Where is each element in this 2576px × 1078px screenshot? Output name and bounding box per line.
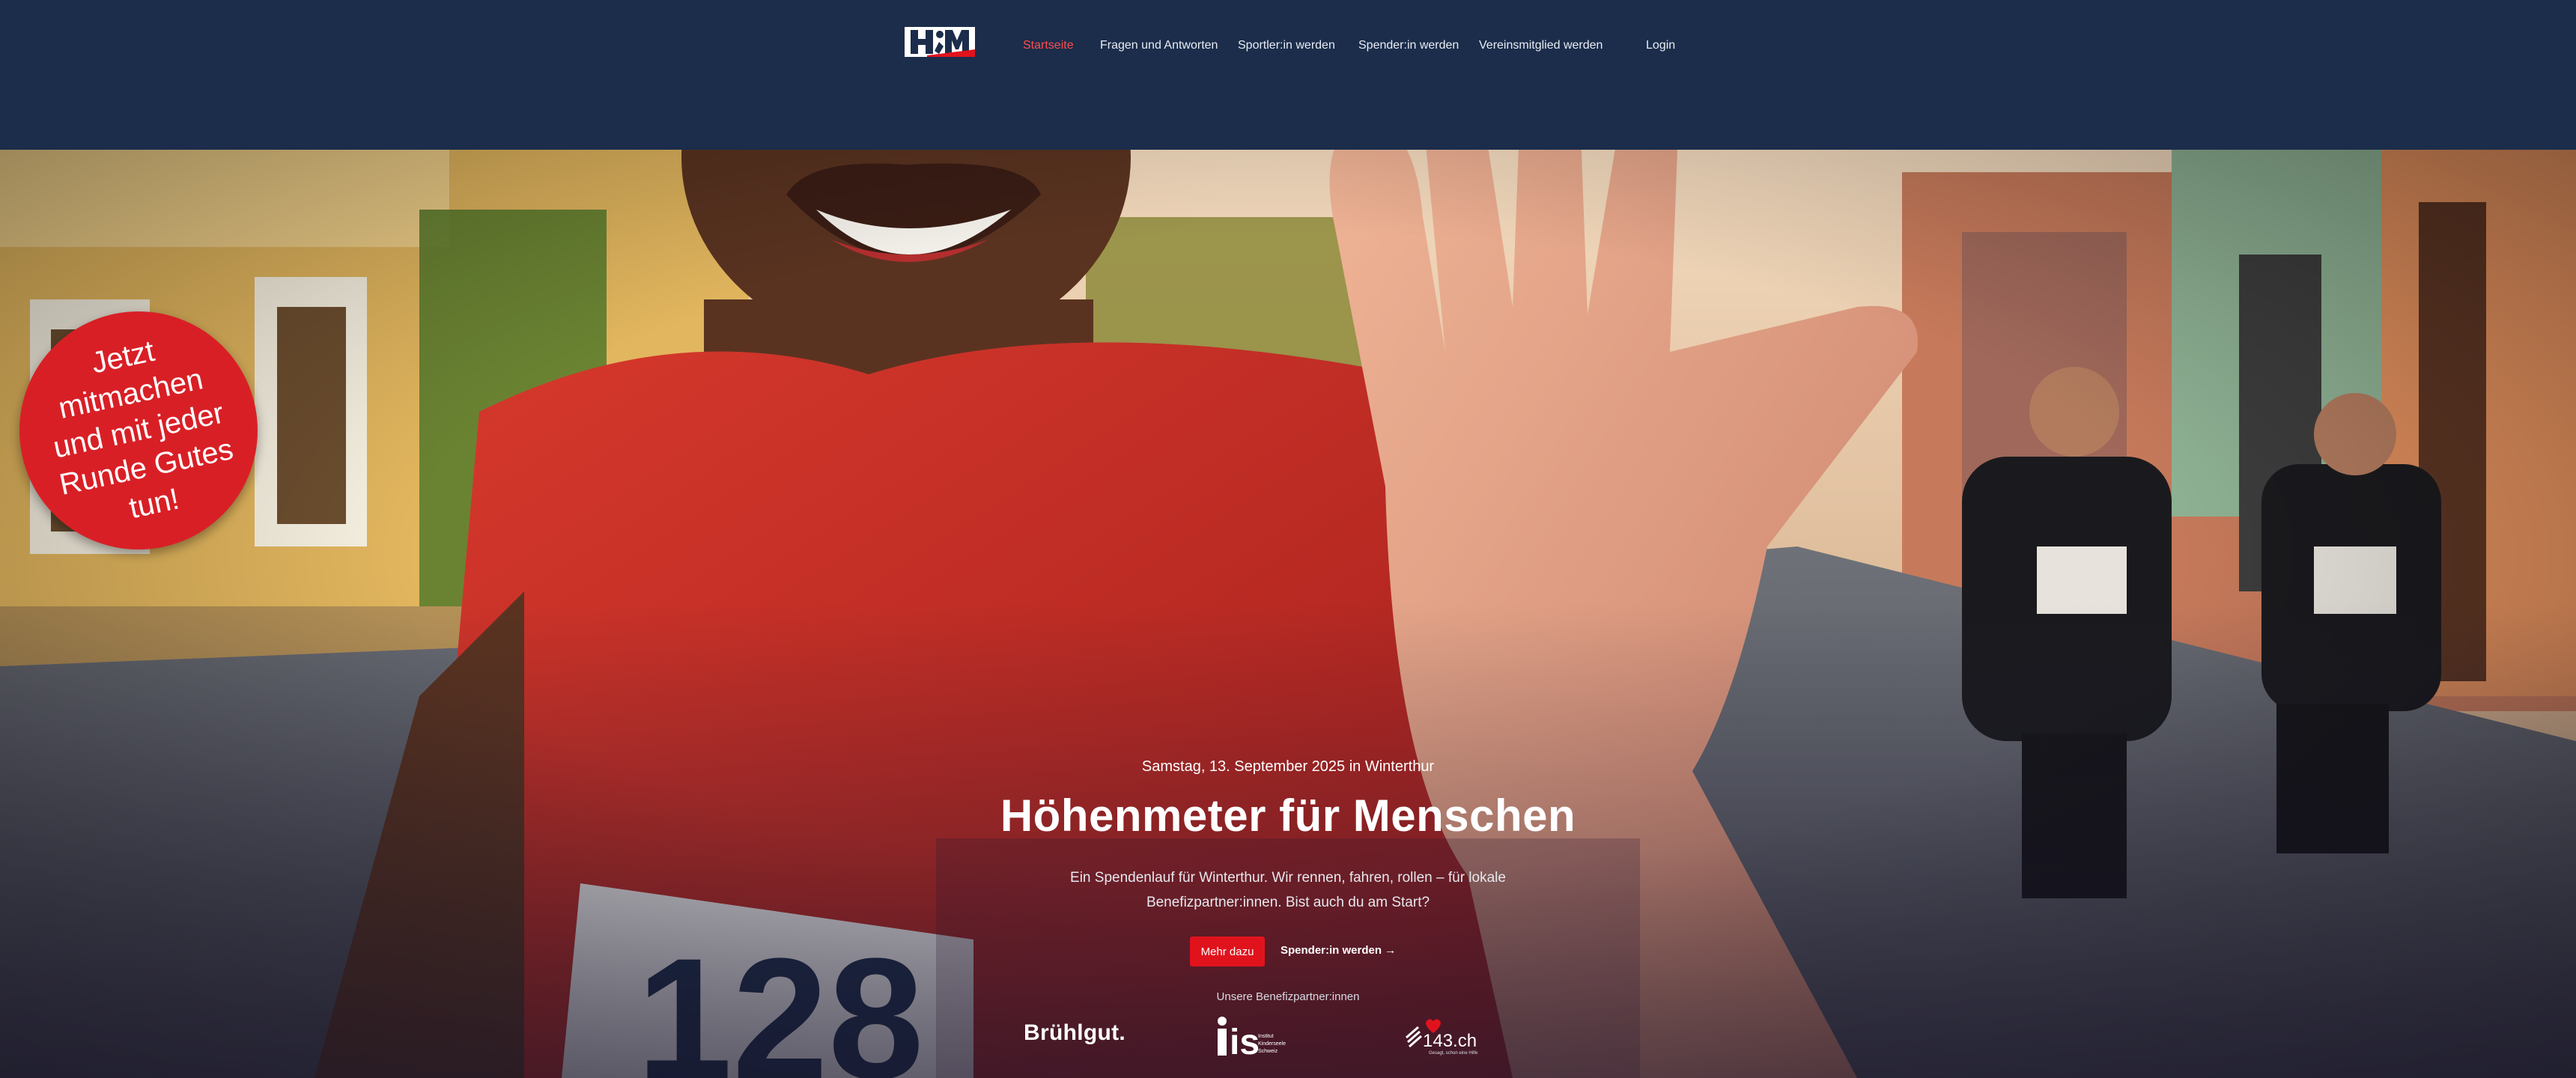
nav-item-verein[interactable]: Vereinsmitglied werden — [1479, 39, 1603, 52]
hero-photo: 128 — [0, 127, 2576, 1078]
svg-text:Kinderseele: Kinderseele — [1258, 1041, 1286, 1047]
nav-item-spender[interactable]: Spender:in werden — [1358, 39, 1459, 52]
nav-item-faq[interactable]: Fragen und Antworten — [1100, 39, 1218, 52]
svg-text:143.ch: 143.ch — [1423, 1031, 1477, 1051]
mehr-dazu-button[interactable]: Mehr dazu — [1190, 937, 1265, 966]
promo-sticker: Jetzt mitmachen und mit jeder Runde Gute… — [19, 311, 258, 549]
top-navigation: Startseite Fragen und Antworten Sportler… — [0, 0, 2576, 150]
sticker-text: Jetzt mitmachen und mit jeder Runde Gute… — [50, 334, 237, 526]
hero-section: 128 Jetzt mitmachen und mit jeder Runde … — [0, 127, 2576, 1078]
svg-text:Gesagt, schon eine Hilfe: Gesagt, schon eine Hilfe — [1429, 1051, 1478, 1056]
nav-item-login[interactable]: Login — [1646, 39, 1675, 52]
svg-text:is: is — [1230, 1023, 1260, 1057]
hfm-logo[interactable] — [905, 25, 975, 58]
svg-text:Institut: Institut — [1258, 1034, 1274, 1039]
nav-item-sportler[interactable]: Sportler:in werden — [1238, 39, 1335, 52]
nav-item-startseite[interactable]: Startseite — [1023, 39, 1074, 52]
partner-logo-bruehlgut[interactable]: Brühlgut. — [1024, 1020, 1126, 1046]
spender-werden-link[interactable]: Spender:in werden → — [1281, 944, 1396, 957]
hero-subtitle: Ein Spendenlauf für Winterthur. Wir renn… — [1070, 870, 1506, 910]
partner-logo-143[interactable]: 143.ch Gesagt, schon eine Hilfe — [1403, 1017, 1481, 1056]
partners-label: Unsere Benefizpartner:innen — [1216, 990, 1360, 1003]
hero-title: Höhenmeter für Menschen — [1000, 791, 1576, 841]
event-date: Samstag, 13. September 2025 in Winterthu… — [1141, 758, 1435, 775]
partner-logo-kinderseele[interactable]: is Institut Kinderseele Schweiz — [1216, 1015, 1298, 1057]
svg-text:Schweiz: Schweiz — [1258, 1049, 1278, 1054]
